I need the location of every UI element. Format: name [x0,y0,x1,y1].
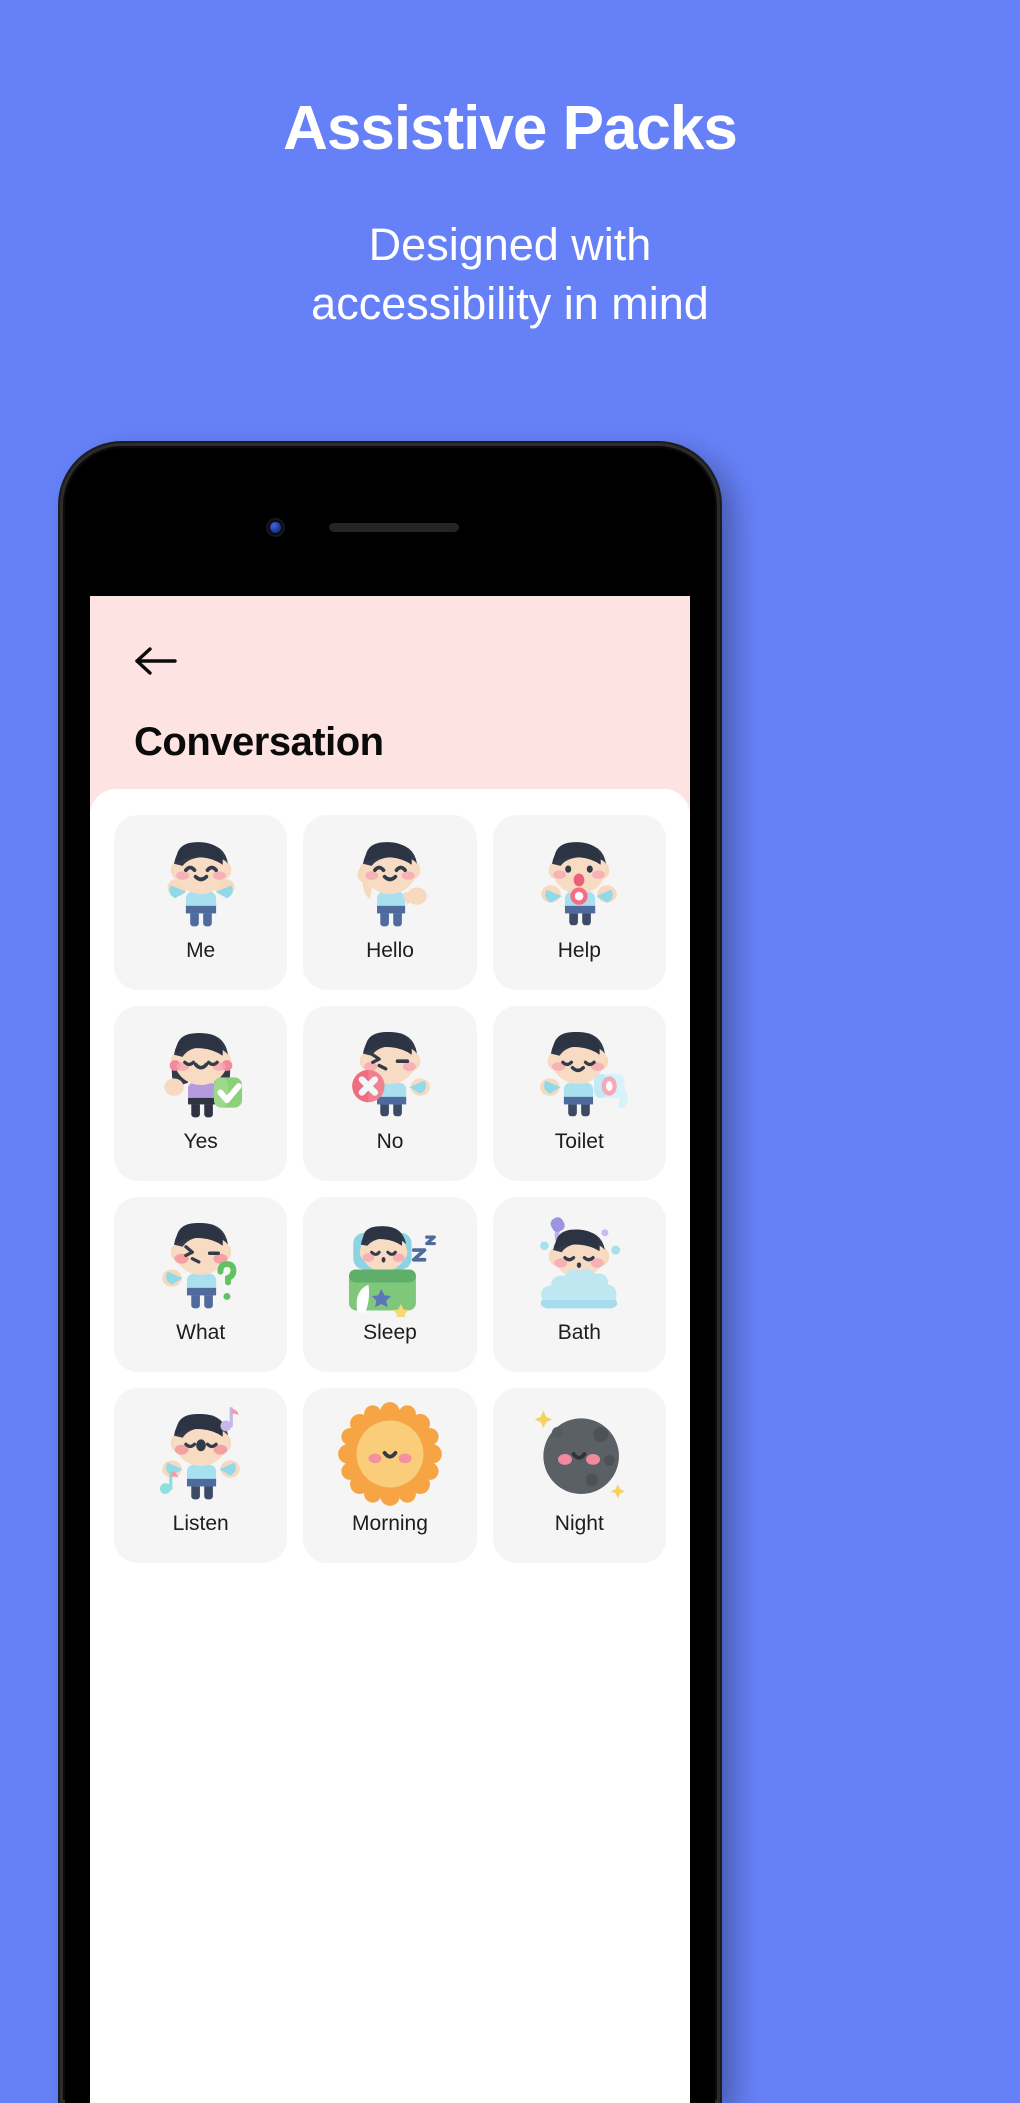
promo-subtitle-line-2: accessibility in mind [311,278,709,330]
kid-toilet-paper-icon [540,1031,629,1117]
app-screen: Conversation Me Hello Help Yes No Toilet… [90,596,690,2103]
pack-tile-label: Hello [366,939,414,962]
pack-tile-no[interactable]: No [303,1006,477,1181]
promo-subtitle-line-1: Designed with [368,219,652,271]
arrow-left-icon[interactable] [134,644,178,678]
page-title: Assistive Packs [283,94,738,163]
pack-tile-bath[interactable]: Bath [492,1197,666,1372]
sun-face-icon [338,1402,442,1506]
promo-subtitle: Designed with accessibility in mind [0,215,1020,334]
kid-bath-icon [540,1217,621,1309]
pack-tile-help[interactable]: Help [492,815,666,990]
pack-tile-morning[interactable]: Morning [303,1388,477,1563]
kid-waving-icon [357,842,427,927]
pack-tile-label: Sleep [363,1321,417,1344]
pack-grid: Me Hello Help Yes No Toilet What Sleep B… [114,815,666,1563]
pack-tile-what[interactable]: What [114,1197,288,1372]
pack-tile-toilet[interactable]: Toilet [492,1006,666,1181]
phone-screen-bezel: Conversation Me Hello Help Yes No Toilet… [65,448,715,2103]
pack-tile-label: Yes [183,1130,218,1153]
front-camera-icon [266,518,285,537]
pack-tile-sleep[interactable]: Sleep [303,1197,477,1372]
pack-tile-label: Morning [352,1512,428,1535]
pack-tile-me[interactable]: Me [114,815,288,990]
kid-music-notes-icon [159,1407,240,1500]
kid-calling-help-icon [541,842,618,926]
phone-mockup: Conversation Me Hello Help Yes No Toilet… [60,443,720,2103]
pack-tile-hello[interactable]: Hello [303,815,477,990]
app-title: Conversation [134,720,384,764]
pack-tile-label: No [376,1130,404,1153]
girl-check-icon [163,1033,242,1118]
pack-tile-label: Me [186,939,216,962]
pack-tile-label: Bath [557,1321,601,1344]
pack-tile-label: What [176,1321,226,1344]
pack-tile-label: Help [557,939,601,962]
moon-face-icon [535,1410,626,1499]
kid-arms-open-icon [167,842,235,927]
pack-tile-label: Night [554,1512,604,1535]
promo-banner: Assistive Packs Designed with accessibil… [0,0,1020,334]
pack-tile-label: Toilet [554,1130,604,1153]
phone-notch [65,514,715,540]
app-header: Conversation [90,596,690,811]
pack-tile-night[interactable]: Night [492,1388,666,1563]
kid-cross-icon [352,1031,430,1117]
content-sheet: Me Hello Help Yes No Toilet What Sleep B… [90,789,690,2103]
earpiece-speaker-icon [329,523,459,532]
pack-tile-listen[interactable]: Listen [114,1388,288,1563]
kid-sleeping-icon [348,1226,436,1317]
pack-tile-label: Listen [172,1512,229,1535]
pack-tile-yes[interactable]: Yes [114,1006,288,1181]
kid-question-icon [161,1222,237,1309]
